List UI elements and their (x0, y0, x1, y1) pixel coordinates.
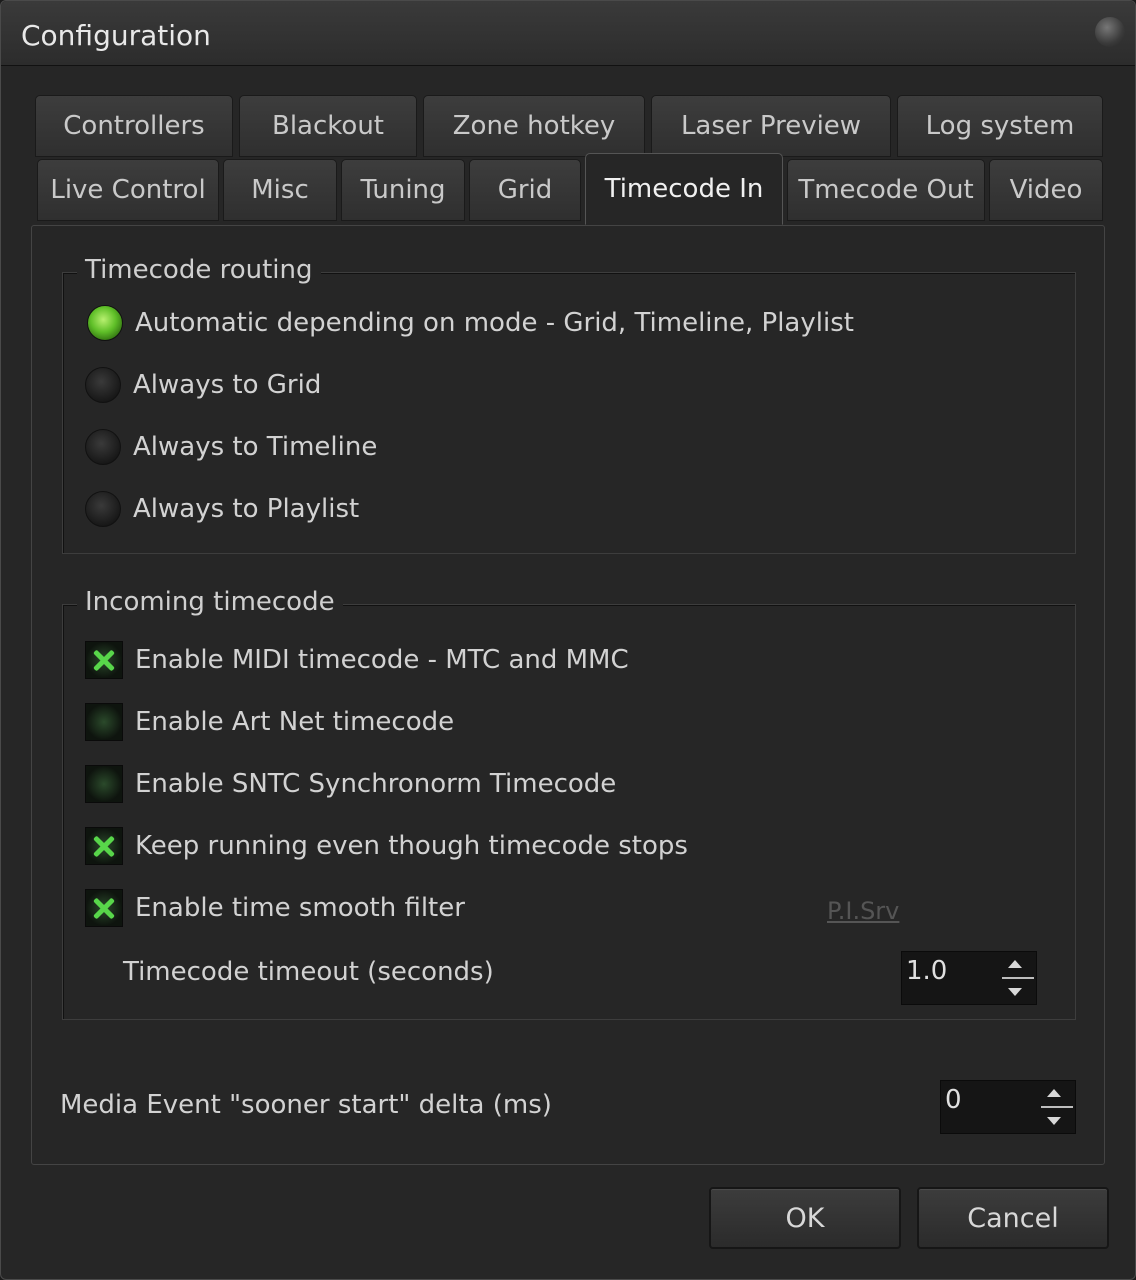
media-delta-spinner[interactable]: 0 (940, 1080, 1076, 1134)
window-title: Configuration (21, 19, 211, 52)
checkbox-icon[interactable] (85, 703, 123, 741)
spin-down-icon[interactable] (1008, 988, 1022, 996)
radio-always-grid[interactable]: Always to Grid (85, 367, 321, 403)
tab-controllers[interactable]: Controllers (35, 95, 233, 157)
media-event-label: Media Event "sooner start" delta (ms) (60, 1090, 552, 1120)
checkbox-label: Enable MIDI timecode - MTC and MMC (135, 645, 629, 675)
checkbox-label: Enable SNTC Synchronorm Timecode (135, 769, 617, 799)
radio-label: Always to Playlist (133, 494, 360, 524)
configuration-window: Configuration Controllers Blackout Zone … (0, 0, 1136, 1280)
tab-video[interactable]: Video (989, 159, 1103, 221)
incoming-group-title: Incoming timecode (77, 587, 343, 617)
routing-group: Timecode routing Automatic depending on … (62, 255, 1076, 554)
timeout-value[interactable]: 1.0 (906, 956, 947, 986)
spin-up-icon[interactable] (1047, 1089, 1061, 1097)
spinner-buttons[interactable] (1000, 952, 1036, 1004)
checkbox-label: Enable time smooth filter (135, 893, 465, 923)
radio-automatic[interactable]: Automatic depending on mode - Grid, Time… (87, 305, 854, 341)
spin-down-icon[interactable] (1047, 1117, 1061, 1125)
window-menu-icon[interactable] (1095, 17, 1125, 47)
timecode-in-panel: Timecode routing Automatic depending on … (31, 225, 1105, 1165)
checkbox-icon[interactable] (85, 827, 123, 865)
routing-group-title: Timecode routing (77, 255, 321, 285)
tab-tuning[interactable]: Tuning (341, 159, 465, 221)
tab-timecode-in[interactable]: Timecode In (585, 153, 783, 225)
check-artnet-timecode[interactable]: Enable Art Net timecode (85, 703, 454, 741)
radio-label: Automatic depending on mode - Grid, Time… (135, 308, 854, 338)
checkbox-icon[interactable] (85, 889, 123, 927)
radio-label: Always to Timeline (133, 432, 378, 462)
spin-divider (1002, 977, 1034, 979)
checkbox-icon[interactable] (85, 641, 123, 679)
checkbox-label: Enable Art Net timecode (135, 707, 455, 737)
spin-divider (1041, 1106, 1073, 1108)
tab-zone-hotkey[interactable]: Zone hotkey (423, 95, 645, 157)
pisrv-link[interactable]: P.I.Srv (827, 897, 899, 925)
ok-button[interactable]: OK (709, 1187, 901, 1249)
timeout-label: Timecode timeout (seconds) (123, 957, 494, 987)
radio-button-icon[interactable] (85, 491, 121, 527)
spinner-buttons[interactable] (1039, 1081, 1075, 1133)
check-keep-running[interactable]: Keep running even though timecode stops (85, 827, 688, 865)
check-midi-timecode[interactable]: Enable MIDI timecode - MTC and MMC (85, 641, 629, 679)
tab-live-control[interactable]: Live Control (37, 159, 219, 221)
radio-always-timeline[interactable]: Always to Timeline (85, 429, 377, 465)
check-sntc-timecode[interactable]: Enable SNTC Synchronorm Timecode (85, 765, 616, 803)
radio-always-playlist[interactable]: Always to Playlist (85, 491, 359, 527)
checkbox-label: Keep running even though timecode stops (135, 831, 688, 861)
checkbox-icon[interactable] (85, 765, 123, 803)
media-delta-value[interactable]: 0 (945, 1085, 962, 1115)
tab-timecode-out[interactable]: Tmecode Out (787, 159, 985, 221)
radio-button-icon[interactable] (87, 305, 123, 341)
radio-label: Always to Grid (133, 370, 322, 400)
incoming-timecode-group: Incoming timecode Enable MIDI timecode -… (62, 587, 1076, 1020)
timeout-spinner[interactable]: 1.0 (901, 951, 1037, 1005)
tab-blackout[interactable]: Blackout (239, 95, 417, 157)
check-time-smooth[interactable]: Enable time smooth filter (85, 889, 465, 927)
tab-grid[interactable]: Grid (469, 159, 581, 221)
tab-misc[interactable]: Misc (223, 159, 337, 221)
cancel-button[interactable]: Cancel (917, 1187, 1109, 1249)
tab-laser-preview[interactable]: Laser Preview (651, 95, 891, 157)
radio-button-icon[interactable] (85, 367, 121, 403)
spin-up-icon[interactable] (1008, 960, 1022, 968)
tab-log-system[interactable]: Log system (897, 95, 1103, 157)
title-bar[interactable]: Configuration (1, 1, 1135, 66)
radio-button-icon[interactable] (85, 429, 121, 465)
